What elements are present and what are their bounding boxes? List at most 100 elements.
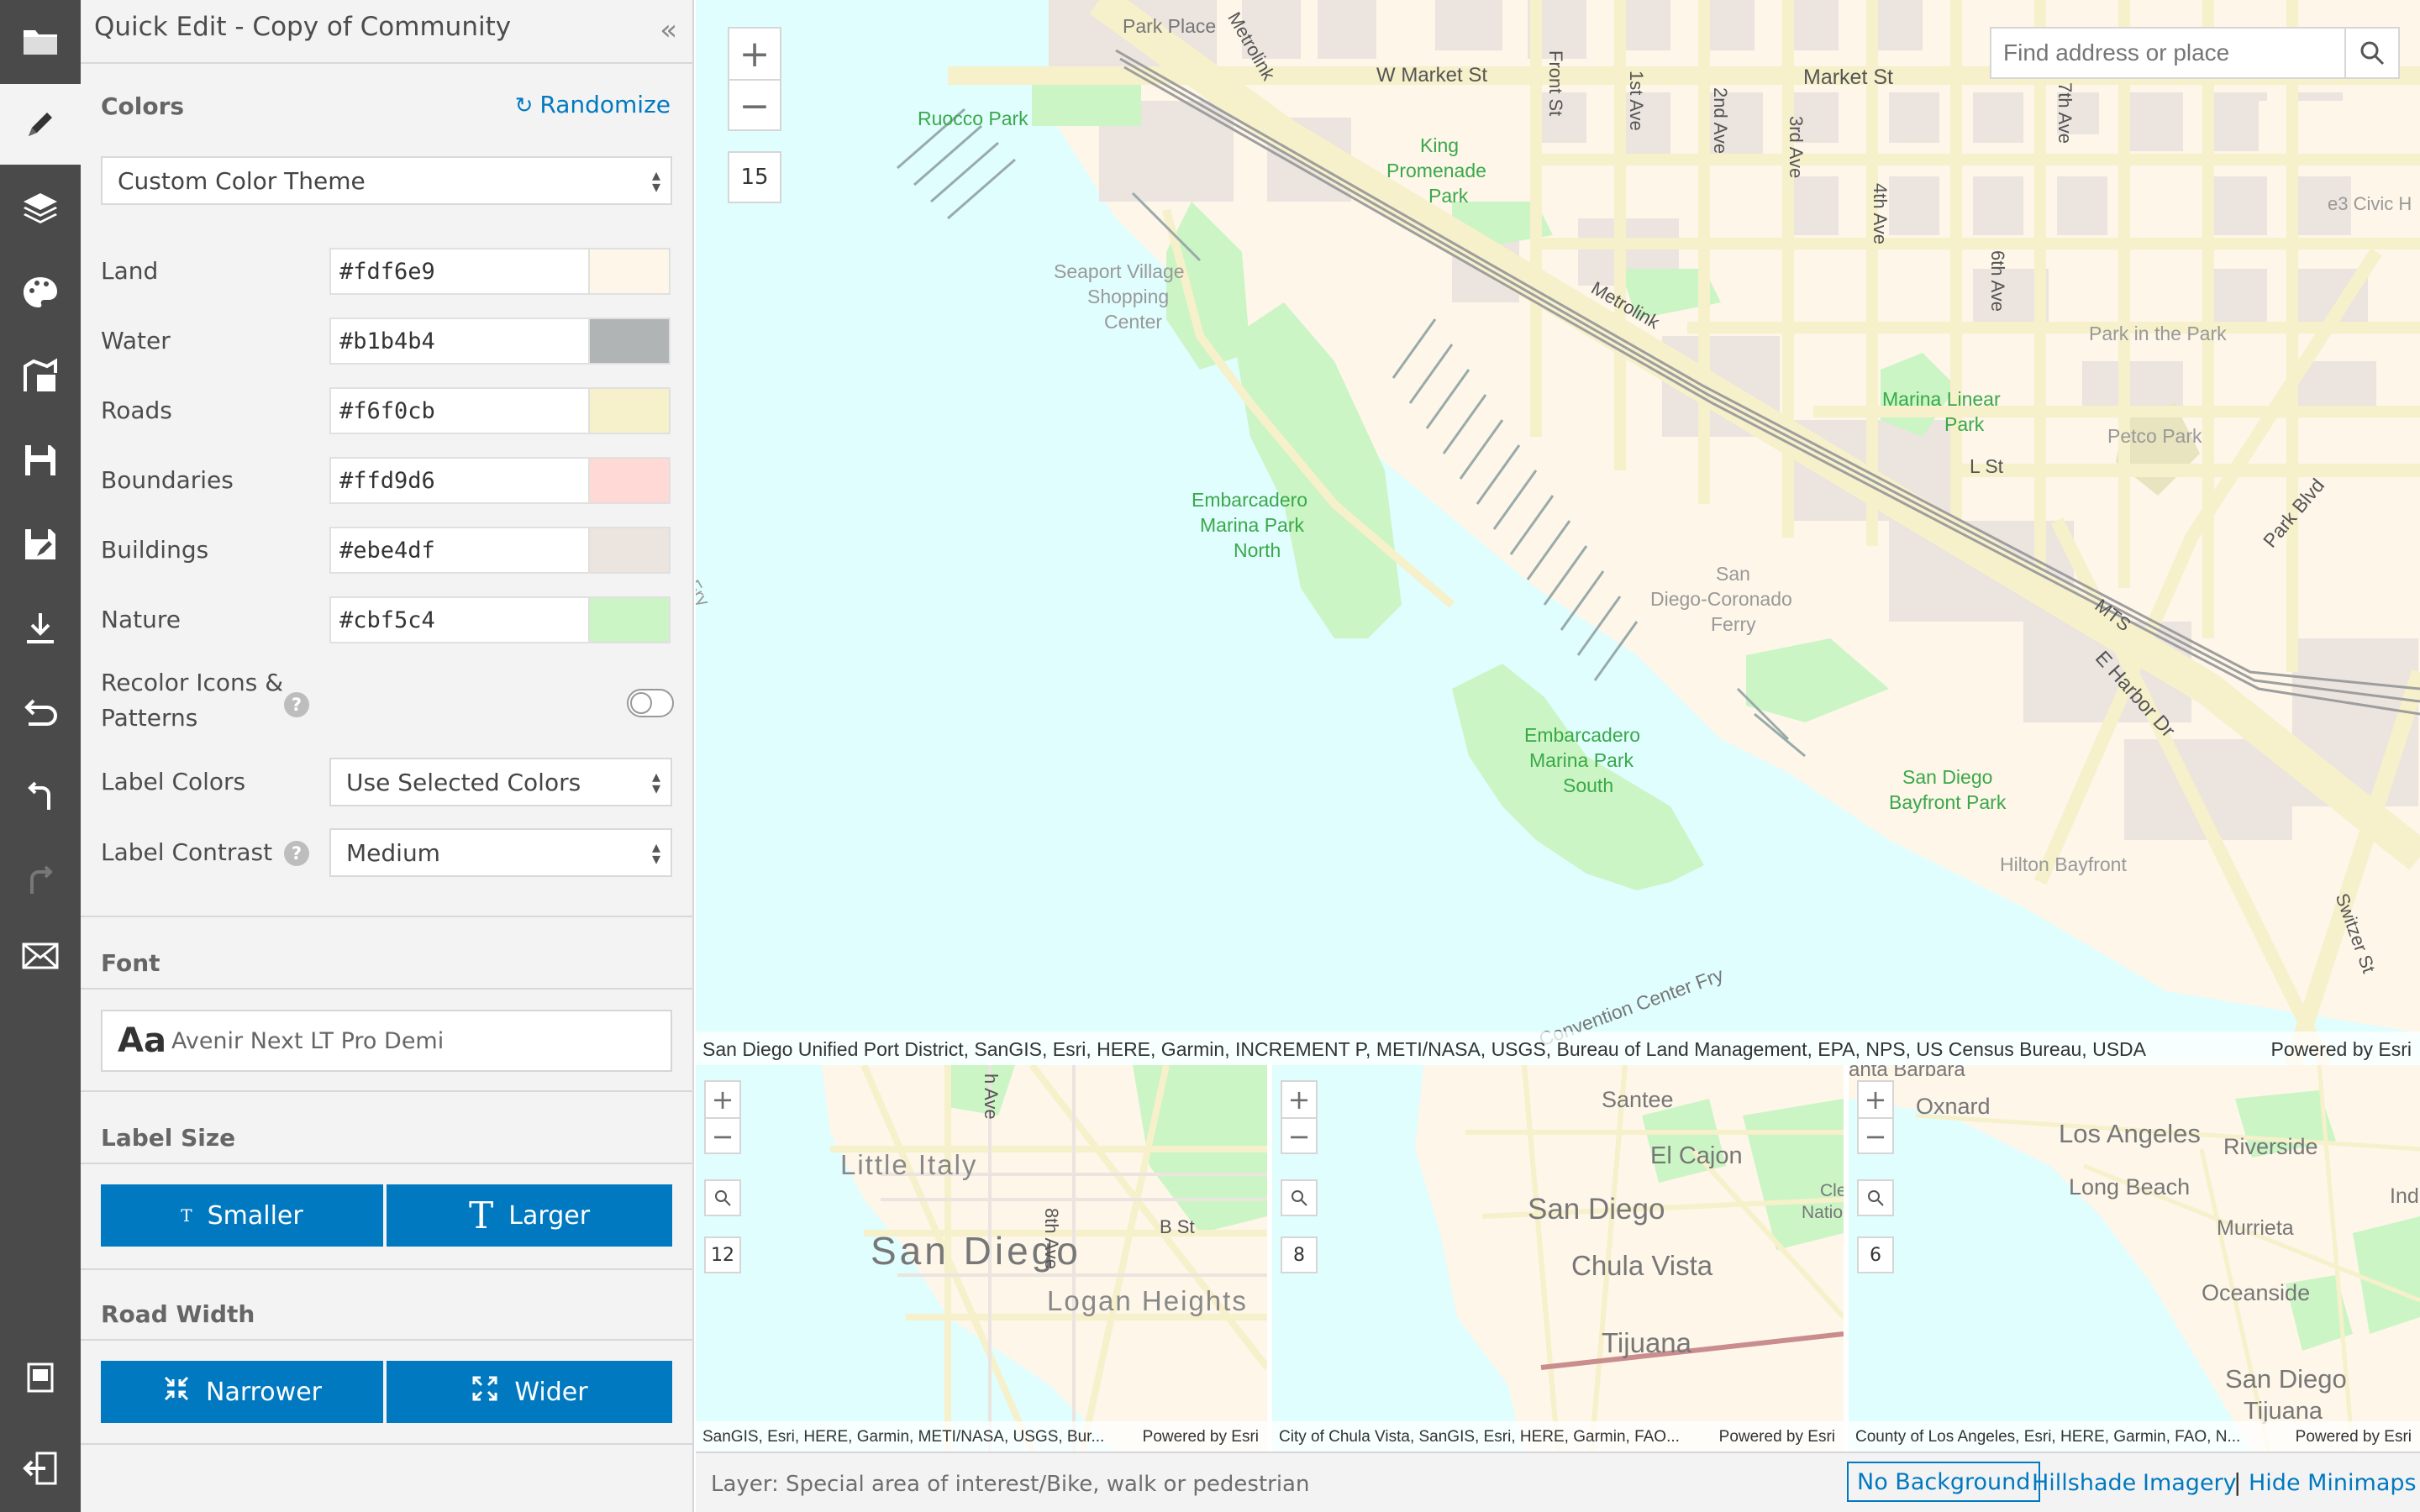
minimap-3-search-button[interactable] — [1857, 1179, 1894, 1216]
label-colors-select[interactable]: Use Selected Colors ▴ ▾ — [329, 758, 672, 806]
recolor-help-icon[interactable]: ? — [284, 692, 309, 717]
minimap-3-zoom-in[interactable]: + — [1859, 1082, 1892, 1119]
nature-label: Nature — [101, 606, 181, 633]
minimap-2-search-button[interactable] — [1281, 1179, 1318, 1216]
minimap-3-zoom-out[interactable]: − — [1859, 1119, 1892, 1154]
map-label: Chula Vista — [1571, 1250, 1713, 1281]
narrower-roads-button[interactable]: Narrower — [101, 1361, 383, 1423]
app-toolbar — [0, 0, 81, 1512]
smaller-labels-button[interactable]: T Smaller — [101, 1184, 383, 1247]
font-heading: Font — [101, 949, 160, 977]
quick-edit-button[interactable] — [0, 84, 81, 165]
undo-icon — [28, 781, 50, 810]
font-picker[interactable]: Aa Avenir Next LT Pro Demi — [101, 1010, 672, 1072]
map-label: 3rd Ave — [1786, 116, 1807, 179]
minimap-2[interactable]: + − 8 Santee El Cajon San Diego Chula Vi… — [1272, 1065, 1844, 1452]
zoom-out-button[interactable]: − — [729, 81, 780, 131]
open-map-button[interactable] — [0, 0, 81, 81]
map-label: Park Place — [1123, 15, 1217, 37]
boundaries-color-swatch[interactable] — [588, 457, 671, 504]
divider — [81, 988, 694, 990]
randomize-label: Randomize — [539, 91, 671, 118]
label-contrast-select[interactable]: Medium ▴ ▾ — [329, 828, 672, 877]
hide-minimaps-link[interactable]: Hide Minimaps — [2249, 1470, 2417, 1496]
map-label: Park — [1428, 185, 1469, 207]
pencil-icon — [29, 113, 52, 136]
minimap-1-zoom-in[interactable]: + — [706, 1082, 739, 1119]
print-button[interactable] — [0, 1337, 81, 1418]
no-background-button[interactable]: No Background — [1847, 1462, 2041, 1502]
minimap-1[interactable]: + − 12 Little Italy San Diego Logan Heig… — [696, 1065, 1267, 1452]
land-label: Land — [101, 257, 159, 285]
layer-status: Layer: Special area of interest/Bike, wa… — [711, 1472, 1310, 1497]
randomize-button[interactable]: ↻ Randomize — [515, 91, 671, 118]
download-button[interactable] — [0, 588, 81, 669]
collapse-panel-button[interactable]: « — [660, 13, 677, 47]
powered-by[interactable]: Powered by Esri — [1143, 1428, 1259, 1446]
boundaries-color-input[interactable]: #ffd9d6 — [329, 457, 590, 504]
minimap-2-zoom-in[interactable]: + — [1282, 1082, 1316, 1119]
zoom-control: + − — [728, 27, 781, 131]
buildings-color-swatch[interactable] — [588, 527, 671, 574]
share-button[interactable] — [0, 916, 81, 996]
roads-color-swatch[interactable] — [588, 387, 671, 434]
style-button[interactable] — [0, 252, 81, 333]
minimap-1-zoom-out[interactable]: − — [706, 1119, 739, 1154]
minimap-1-search-button[interactable] — [704, 1179, 741, 1216]
nature-color-input[interactable]: #cbf5c4 — [329, 596, 590, 643]
map-label: Bayfront Park — [1889, 791, 2007, 813]
minimap-2-zoom-out[interactable]: − — [1282, 1119, 1316, 1154]
recolor-icons-label: Recolor Icons & — [101, 669, 284, 696]
roads-color-input[interactable]: #f6f0cb — [329, 387, 590, 434]
search-icon — [2360, 41, 2385, 66]
map-label: Little Italy — [840, 1149, 978, 1180]
search-button[interactable] — [2344, 29, 2398, 77]
hillshade-link[interactable]: Hillshade — [2032, 1470, 2136, 1496]
larger-label: Larger — [508, 1200, 591, 1231]
layers-button[interactable] — [0, 168, 81, 249]
folder-icon — [24, 30, 57, 55]
minimap-3[interactable]: + − 6 anta Barbara Oxnard Los Angeles Ri… — [1849, 1065, 2420, 1452]
color-theme-select[interactable]: Custom Color Theme ▴ ▾ — [101, 156, 672, 205]
zoom-in-button[interactable]: + — [729, 29, 780, 81]
map-label: Oceanside — [2202, 1280, 2311, 1305]
compress-icon — [162, 1374, 191, 1410]
main-map[interactable]: + − 15 Park Place W Market St Market St … — [696, 0, 2420, 1065]
larger-labels-button[interactable]: T Larger — [387, 1184, 672, 1247]
nature-color-swatch[interactable] — [588, 596, 671, 643]
map-label: South — [1563, 774, 1614, 796]
wider-roads-button[interactable]: Wider — [387, 1361, 672, 1423]
powered-by[interactable]: Powered by Esri — [2271, 1038, 2412, 1061]
search-input[interactable] — [1991, 29, 2341, 77]
map-label: El Cajon — [1650, 1142, 1743, 1169]
powered-by[interactable]: Powered by Esri — [1719, 1428, 1835, 1446]
select-arrows-icon: ▴ ▾ — [651, 165, 660, 197]
map-style-icon — [24, 358, 57, 391]
narrower-label: Narrower — [206, 1377, 322, 1407]
label-contrast-help-icon[interactable]: ? — [284, 841, 309, 866]
water-color-input[interactable]: #b1b4b4 — [329, 318, 590, 365]
label-colors-label: Label Colors — [101, 768, 246, 795]
divider — [81, 62, 694, 64]
map-label: Embarcadero — [1192, 489, 1308, 511]
save-button[interactable] — [0, 420, 81, 501]
map-label: Long Beach — [2069, 1174, 2191, 1200]
feature-style-button[interactable] — [0, 336, 81, 417]
water-color-swatch[interactable] — [588, 318, 671, 365]
attribution-text: SanGIS, Esri, HERE, Garmin, METI/NASA, U… — [702, 1428, 1105, 1446]
exit-button[interactable] — [0, 1428, 81, 1509]
buildings-color-input[interactable]: #ebe4df — [329, 527, 590, 574]
save-as-button[interactable] — [0, 504, 81, 585]
recolor-icons-toggle[interactable] — [627, 689, 674, 717]
revert-button[interactable] — [0, 672, 81, 753]
map-label: Park in the Park — [2089, 323, 2227, 344]
minimap-1-zoom-level: 12 — [704, 1236, 741, 1273]
map-label: Logan Heights — [1047, 1285, 1248, 1316]
powered-by[interactable]: Powered by Esri — [2296, 1428, 2412, 1446]
redo-button[interactable] — [0, 840, 81, 921]
undo-button[interactable] — [0, 756, 81, 837]
land-color-input[interactable]: #fdf6e9 — [329, 248, 590, 295]
imagery-link[interactable]: Imagery — [2143, 1470, 2237, 1496]
font-name: Avenir Next LT Pro Demi — [171, 1027, 445, 1054]
land-color-swatch[interactable] — [588, 248, 671, 295]
